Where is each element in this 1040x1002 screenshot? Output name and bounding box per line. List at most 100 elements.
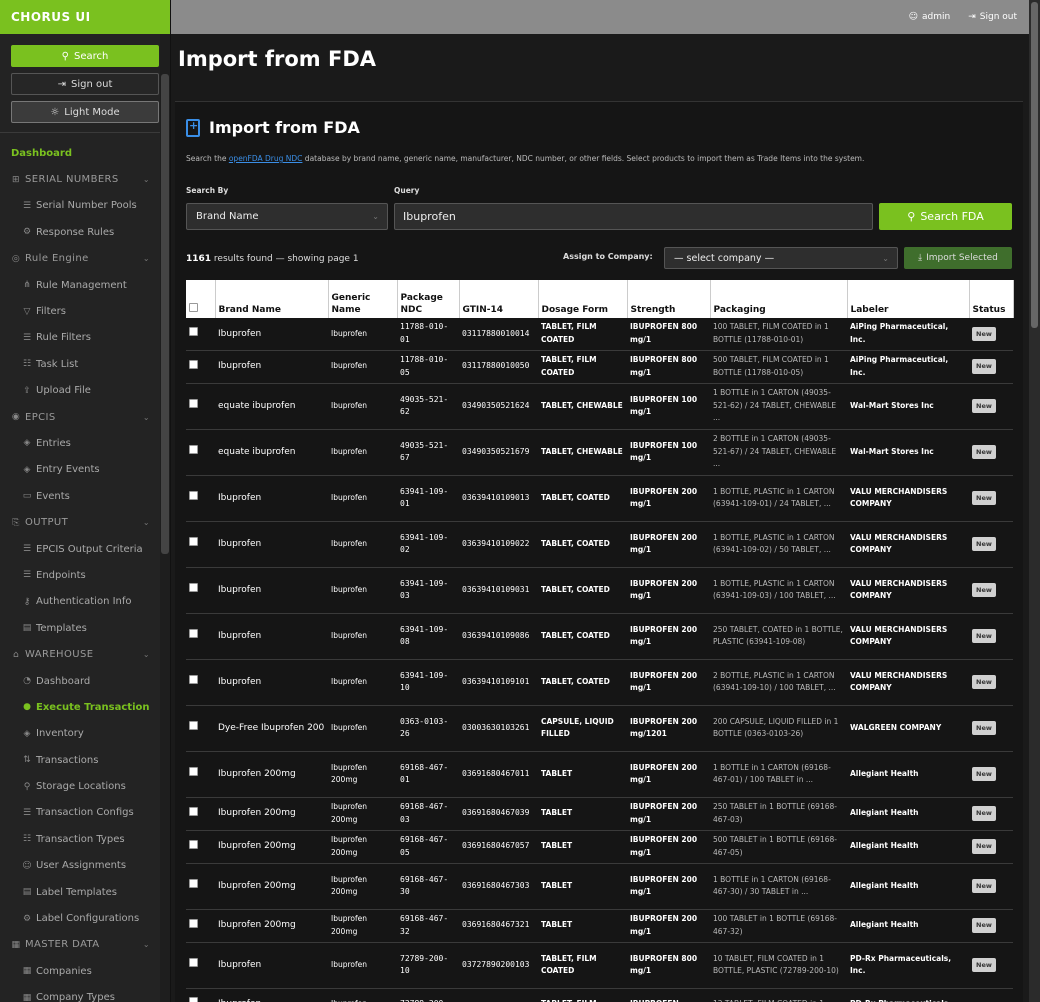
light-mode-button[interactable]: ☼ Light Mode [11, 101, 159, 123]
sidebar-item-inventory[interactable]: ◈ Inventory [0, 721, 170, 747]
assign-company-label: Assign to Company: [563, 252, 653, 261]
table-row[interactable]: Ibuprofen Ibuprofen 63941-109-08 0363941010… [186, 613, 1013, 660]
search-fda-button[interactable]: ⚲ Search FDA [879, 203, 1012, 230]
select-all-header[interactable] [186, 280, 216, 318]
table-row[interactable]: Ibuprofen 200mg Ibuprofen 200mg 69168-467-… [186, 751, 1013, 798]
company-placeholder: — select company — [674, 252, 775, 264]
sidebar-item-epcis[interactable]: ◉ EPCIS ⌄ [0, 404, 170, 430]
table-row[interactable]: Ibuprofen Ibuprofen 11788-010-05 0311788001… [186, 350, 1013, 384]
row-checkbox[interactable] [189, 399, 198, 409]
row-checkbox[interactable] [189, 839, 198, 849]
sidebar-item-company-types[interactable]: ▦ Company Types [0, 985, 170, 1002]
row-checkbox[interactable] [189, 359, 198, 369]
table-row[interactable]: Ibuprofen Ibuprofen 11788-010-01 0311788001… [186, 318, 1013, 351]
sidebar-item-dashboard[interactable]: ◔ Dashboard [0, 668, 170, 694]
sidebar-item-task-list[interactable]: ☷ Task List [0, 351, 170, 377]
ndc-cell: 69168-467-05 [397, 830, 459, 864]
sidebar-item-label-configurations[interactable]: ⚙ Label Configurations [0, 905, 170, 931]
sidebar-item-epcis-output-criteria[interactable]: ☰ EPCIS Output Criteria [0, 536, 170, 562]
sidebar-item-user-assignments[interactable]: ☺ User Assignments [0, 853, 170, 879]
sidebar-item-dashboard[interactable]: Dashboard [0, 140, 170, 166]
table-row[interactable]: Ibuprofen Ibuprofen 72789-200-10 0372789020… [186, 942, 1013, 989]
row-checkbox[interactable] [189, 537, 198, 547]
search-by-select[interactable]: Brand Name ⌄ [186, 203, 388, 230]
row-checkbox[interactable] [189, 958, 198, 968]
row-checkbox[interactable] [189, 445, 198, 455]
user-menu[interactable]: ☺ admin [909, 12, 951, 22]
brand-cell: Ibuprofen [215, 318, 328, 351]
page-scrollbar[interactable] [1029, 0, 1040, 1002]
row-checkbox[interactable] [189, 675, 198, 685]
chevron-down-icon: ⌄ [142, 518, 150, 528]
status-cell: New [969, 751, 1013, 798]
row-checkbox[interactable] [189, 806, 198, 816]
sidebar-item-serial-numbers[interactable]: ⊞ SERIAL NUMBERS ⌄ [0, 166, 170, 192]
sidebar-item-upload-file[interactable]: ⇪ Upload File [0, 378, 170, 404]
ndc-cell: 63941-109-10 [397, 659, 459, 706]
import-selected-button[interactable]: ⤓ Import Selected [904, 247, 1012, 269]
sidebar-scroll-thumb[interactable] [161, 74, 169, 554]
table-row[interactable]: Ibuprofen Ibuprofen 63941-109-01 0363941010… [186, 475, 1013, 522]
sidebar-scrollbar[interactable] [160, 34, 170, 1002]
gtin-cell: 03727890200103 [459, 942, 538, 989]
sidebar-item-companies[interactable]: ▦ Companies [0, 958, 170, 984]
ndc-cell: 69168-467-01 [397, 751, 459, 798]
sidebar-item-transaction-types[interactable]: ☷ Transaction Types [0, 826, 170, 852]
sidebar-item-response-rules[interactable]: ⚙ Response Rules [0, 219, 170, 245]
form-cell: TABLET, COATED [538, 659, 627, 706]
sidebar-item-output[interactable]: ⎘ OUTPUT ⌄ [0, 509, 170, 535]
sidebar-item-entry-events[interactable]: ◈ Entry Events [0, 457, 170, 483]
sidebar-item-rule-engine[interactable]: ◎ Rule Engine ⌄ [0, 246, 170, 272]
table-row[interactable]: IbuprofenIbuprofen72789-200-TABLET, FILM… [186, 988, 1013, 1002]
sidebar-item-authentication-info[interactable]: ⚷ Authentication Info [0, 589, 170, 615]
table-row[interactable]: Ibuprofen 200mg Ibuprofen 200mg 69168-467-… [186, 909, 1013, 943]
row-checkbox[interactable] [189, 327, 198, 336]
sidebar-item-templates[interactable]: ▤ Templates [0, 615, 170, 641]
sidebar-item-label-templates[interactable]: ▤ Label Templates [0, 879, 170, 905]
sidebar-item-rule-filters[interactable]: ☰ Rule Filters [0, 325, 170, 351]
topbar-signout-button[interactable]: ⇥ Sign out [968, 12, 1017, 22]
row-checkbox[interactable] [189, 629, 198, 639]
sidebar-item-master-data[interactable]: ▦ MASTER DATA ⌄ [0, 932, 170, 958]
sidebar-item-serial-number-pools[interactable]: ☰ Serial Number Pools [0, 193, 170, 219]
sidebar-signout-button[interactable]: ⇥ Sign out [11, 73, 159, 95]
table-row[interactable]: equate ibuprofen Ibuprofen 49035-521-67 034… [186, 429, 1013, 476]
status-cell: New [969, 521, 1013, 568]
brand-logo[interactable]: CHORUS UI [0, 0, 170, 34]
row-checkbox[interactable] [189, 879, 198, 889]
row-checkbox[interactable] [189, 767, 198, 777]
openfda-link[interactable]: openFDA Drug NDC [229, 154, 303, 163]
menu-item-icon: ◈ [23, 728, 31, 739]
select-all-checkbox[interactable] [189, 303, 198, 312]
company-select[interactable]: — select company — ⌄ [664, 247, 898, 269]
table-row[interactable]: Dye-Free Ibuprofen 200 Ibuprofen 0363-0103… [186, 705, 1013, 752]
table-row[interactable]: Ibuprofen Ibuprofen 63941-109-10 0363941010… [186, 659, 1013, 706]
sidebar-item-events[interactable]: ▭ Events [0, 483, 170, 509]
query-input[interactable]: Ibuprofen [394, 203, 873, 230]
table-row[interactable]: Ibuprofen Ibuprofen 63941-109-02 0363941010… [186, 521, 1013, 568]
sidebar-item-rule-management[interactable]: ⋔ Rule Management [0, 272, 170, 298]
brand-cell: Ibuprofen [215, 613, 328, 660]
row-checkbox[interactable] [189, 997, 198, 1002]
page-title: Import from FDA [178, 47, 377, 71]
chevron-down-icon: ⌄ [142, 175, 150, 185]
row-checkbox[interactable] [189, 721, 198, 731]
table-row[interactable]: Ibuprofen Ibuprofen 63941-109-03 0363941010… [186, 567, 1013, 614]
table-row[interactable]: Ibuprofen 200mg Ibuprofen 200mg 69168-467-… [186, 797, 1013, 831]
row-checkbox[interactable] [189, 583, 198, 593]
sidebar-item-entries[interactable]: ◈ Entries [0, 430, 170, 456]
sidebar-item-storage-locations[interactable]: ⚲ Storage Locations [0, 773, 170, 799]
sidebar-item-warehouse[interactable]: ⌂ WAREHOUSE ⌄ [0, 641, 170, 667]
table-row[interactable]: Ibuprofen 200mg Ibuprofen 200mg 69168-467-… [186, 830, 1013, 864]
sidebar-item-endpoints[interactable]: ☰ Endpoints [0, 562, 170, 588]
page-scroll-thumb[interactable] [1031, 2, 1038, 328]
table-row[interactable]: Ibuprofen 200mg Ibuprofen 200mg 69168-467-… [186, 863, 1013, 910]
sidebar-item-transactions[interactable]: ⇅ Transactions [0, 747, 170, 773]
sidebar-item-transaction-configs[interactable]: ☰ Transaction Configs [0, 800, 170, 826]
sidebar-item-execute-transaction[interactable]: ● Execute Transaction [0, 694, 170, 720]
table-row[interactable]: equate ibuprofen Ibuprofen 49035-521-62 034… [186, 383, 1013, 430]
row-checkbox[interactable] [189, 918, 198, 928]
sidebar-search-button[interactable]: ⚲ Search [11, 45, 159, 67]
sidebar-item-filters[interactable]: ▽ Filters [0, 298, 170, 324]
row-checkbox[interactable] [189, 491, 198, 501]
